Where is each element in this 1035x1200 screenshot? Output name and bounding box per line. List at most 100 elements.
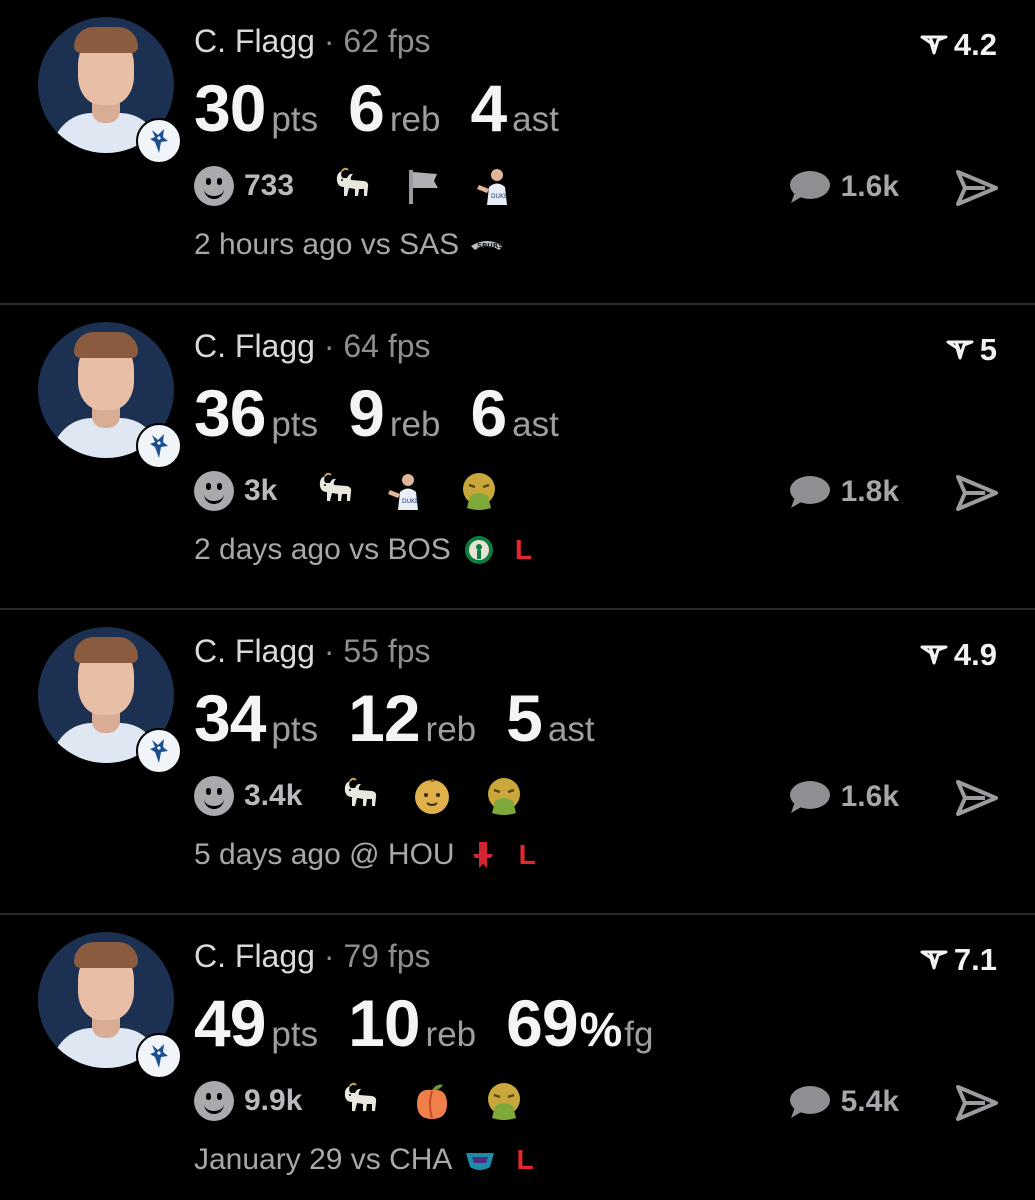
rockets-logo-icon [465, 840, 501, 870]
celtics-logo-icon [461, 535, 497, 565]
rating-icon [946, 340, 974, 360]
comments-button[interactable]: 1.8k [787, 473, 899, 511]
stat-unit: reb [389, 405, 441, 444]
game-card[interactable]: C. Flagg · 55 fps 4.9 34 pts 12 reb 5 ast 3.4… [0, 610, 1035, 915]
stat-unit: reb [425, 1015, 477, 1054]
stat-unit: ast [512, 100, 559, 139]
card-header: C. Flagg · 55 fps [194, 633, 431, 670]
share-icon[interactable] [955, 473, 999, 513]
stat-reb: 12 reb [348, 680, 476, 756]
svg-text:DUKE: DUKE [491, 193, 508, 200]
baby-icon[interactable] [410, 774, 454, 818]
player-name[interactable]: C. Flagg [194, 633, 315, 669]
vomit-icon[interactable] [457, 469, 501, 513]
vomit-icon[interactable] [482, 774, 526, 818]
rating-icon [920, 645, 948, 665]
separator: · [323, 328, 335, 364]
mavericks-logo-icon [136, 1033, 182, 1079]
player-name[interactable]: C. Flagg [194, 23, 315, 59]
stat-value: 49 [194, 986, 266, 1060]
peach-icon[interactable] [410, 1079, 454, 1123]
stat-ast: 6 ast [470, 375, 558, 451]
stat-unit: ast [547, 710, 595, 749]
rating-value: 7.1 [953, 942, 997, 977]
game-result: L [516, 1144, 534, 1175]
goat-icon[interactable] [330, 164, 374, 208]
comment-icon [789, 171, 830, 203]
game-time-opponent: January 29 vs CHA [194, 1143, 453, 1176]
comments-button[interactable]: 1.6k [787, 168, 899, 206]
comment-count: 1.6k [840, 170, 899, 203]
separator: · [323, 23, 335, 59]
stat-value: 30 [194, 71, 266, 145]
percent-sign: % [579, 1004, 623, 1057]
stat-line: 30 pts 6 reb 4 ast [194, 70, 589, 146]
game-card[interactable]: C. Flagg · 64 fps 5 36 pts 9 reb 6 ast 3k DUK… [0, 305, 1035, 610]
svg-text:DUKE: DUKE [402, 498, 419, 505]
comment-count: 5.4k [840, 1085, 899, 1118]
smiley-reaction-icon[interactable] [194, 471, 234, 511]
player-name[interactable]: C. Flagg [194, 938, 315, 974]
comments-button[interactable]: 1.6k [787, 778, 899, 816]
stat-fg: 69% fg [506, 985, 653, 1061]
smiley-reaction-icon[interactable] [194, 166, 234, 206]
stat-value: 34 [194, 681, 266, 755]
player-icon[interactable]: DUKE [474, 164, 518, 208]
stat-unit: pts [271, 710, 319, 749]
reaction-count: 9.9k [244, 1084, 303, 1117]
goat-icon[interactable] [313, 469, 357, 513]
stat-value: 4 [470, 71, 507, 145]
reactions-bar: 3.4k [194, 774, 554, 818]
game-result: L [518, 839, 536, 870]
stat-ast: 5 ast [506, 680, 594, 756]
stat-reb: 10 reb [348, 985, 476, 1061]
game-time-opponent: 2 hours ago vs SAS [194, 228, 460, 261]
smiley-reaction-icon[interactable] [194, 776, 234, 816]
comments-button[interactable]: 5.4k [787, 1083, 899, 1121]
rating[interactable]: 7.1 [920, 942, 997, 978]
card-header: C. Flagg · 79 fps [194, 938, 431, 975]
share-icon[interactable] [955, 778, 999, 818]
stat-pts: 49 pts [194, 985, 318, 1061]
rating[interactable]: 4.9 [920, 637, 997, 673]
stat-unit: reb [425, 710, 477, 749]
comment-count: 1.6k [840, 780, 899, 813]
stat-pts: 30 pts [194, 70, 318, 146]
share-icon[interactable] [955, 1083, 999, 1123]
separator: · [323, 633, 335, 669]
player-name[interactable]: C. Flagg [194, 328, 315, 364]
rating[interactable]: 4.2 [920, 27, 997, 63]
vomit-icon[interactable] [482, 1079, 526, 1123]
stat-pts: 36 pts [194, 375, 318, 451]
game-card[interactable]: C. Flagg · 79 fps 7.1 49 pts 10 reb 69% fg 9.… [0, 915, 1035, 1200]
smiley-reaction-icon[interactable] [194, 1081, 234, 1121]
flag-icon[interactable] [402, 164, 446, 208]
stat-value: 12 [348, 681, 420, 755]
rating[interactable]: 5 [946, 332, 997, 368]
comment-icon [789, 781, 830, 813]
goat-icon[interactable] [338, 1079, 382, 1123]
stat-ast: 4 ast [470, 70, 558, 146]
game-info: January 29 vs CHA L [194, 1143, 534, 1177]
card-header: C. Flagg · 62 fps [194, 23, 431, 60]
comment-icon [789, 476, 830, 508]
spurs-logo-icon: SPURS [469, 230, 505, 260]
game-card[interactable]: C. Flagg · 62 fps 4.2 30 pts 6 reb 4 ast 733 … [0, 0, 1035, 305]
stat-value: 69 [506, 986, 578, 1060]
rating-value: 4.9 [953, 637, 997, 672]
goat-icon[interactable] [338, 774, 382, 818]
stat-unit: ast [512, 405, 559, 444]
rating-value: 4.2 [953, 27, 997, 62]
reaction-count: 3.4k [244, 779, 303, 812]
game-time-opponent: 2 days ago vs BOS [194, 533, 451, 566]
stat-line: 36 pts 9 reb 6 ast [194, 375, 589, 451]
stat-value: 9 [348, 376, 385, 450]
fps-score: 62 fps [343, 23, 431, 59]
player-icon[interactable]: DUKE [385, 469, 429, 513]
stat-unit: fg [624, 1015, 654, 1054]
game-info: 2 hours ago vs SAS SPURS [194, 228, 505, 262]
share-icon[interactable] [955, 168, 999, 208]
svg-text:SPURS: SPURS [477, 242, 503, 250]
fps-score: 55 fps [343, 633, 431, 669]
reaction-count: 3k [244, 474, 278, 507]
